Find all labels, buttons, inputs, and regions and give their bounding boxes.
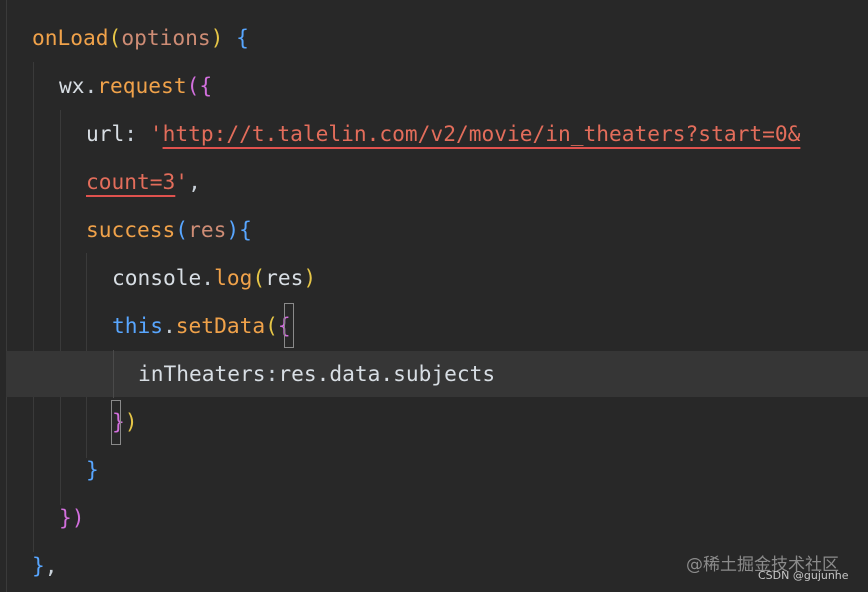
string-quote: ' xyxy=(175,169,189,194)
code-line-3[interactable]: url: 'http://t.talelin.com/v2/movie/in_t… xyxy=(86,110,800,158)
dot: . xyxy=(163,313,176,338)
code-line-7[interactable]: this.setData({ xyxy=(112,302,291,350)
paren: ) xyxy=(71,505,85,530)
colon: : xyxy=(265,361,279,386)
paren: ( xyxy=(175,217,189,242)
paren: ) xyxy=(226,217,240,242)
paren: ( xyxy=(186,73,200,98)
parameter: options xyxy=(121,25,211,50)
property-key: inTheaters xyxy=(138,361,266,386)
argument: res xyxy=(265,265,304,290)
object-name: wx xyxy=(59,73,85,98)
dot: . xyxy=(201,265,215,290)
code-line-10[interactable]: } xyxy=(86,446,99,494)
indent-guide xyxy=(113,350,114,398)
string-quote: ' xyxy=(149,121,163,146)
function-name: setData xyxy=(175,313,266,338)
brace: { xyxy=(239,217,252,242)
paren: ( xyxy=(265,313,278,338)
paren: ( xyxy=(108,25,122,50)
colon: : xyxy=(124,121,150,146)
url-string[interactable]: http://t.talelin.com/v2/movie/in_theater… xyxy=(163,121,801,146)
indent-guide xyxy=(6,0,7,592)
paren: ) xyxy=(210,25,224,50)
brace: { xyxy=(199,73,213,98)
property-key: url xyxy=(86,121,125,146)
code-editor[interactable]: onLoad(options) { wx.request({ url: 'htt… xyxy=(0,0,868,592)
code-line-4[interactable]: count=3', xyxy=(86,158,201,206)
indent-guide xyxy=(33,62,34,552)
paren: ) xyxy=(124,409,138,434)
dot: . xyxy=(84,73,98,98)
function-name: onLoad xyxy=(32,25,109,50)
bracket-match-box xyxy=(284,303,294,348)
indent-guide xyxy=(60,110,61,505)
code-line-6[interactable]: console.log(res) xyxy=(112,254,316,302)
paren: ( xyxy=(252,265,266,290)
code-line-8[interactable]: inTheaters:res.data.subjects xyxy=(138,350,495,398)
parameter: res xyxy=(188,217,227,242)
url-string[interactable]: count=3 xyxy=(86,169,175,194)
comma: , xyxy=(188,169,201,194)
paren: ) xyxy=(303,265,317,290)
bracket-match-box xyxy=(111,400,121,445)
code-line-12[interactable]: }, xyxy=(32,542,58,590)
brace: } xyxy=(59,505,72,530)
brace: } xyxy=(32,553,45,578)
function-name: success xyxy=(86,217,176,242)
property-value: res.data.subjects xyxy=(278,361,496,386)
code-line-1[interactable]: onLoad(options) { xyxy=(32,14,249,62)
object-name: console xyxy=(112,265,202,290)
code-line-2[interactable]: wx.request({ xyxy=(59,62,212,110)
code-line-11[interactable]: }) xyxy=(59,494,85,542)
function-name: request xyxy=(97,73,187,98)
function-name: log xyxy=(214,265,253,290)
brace: { xyxy=(236,25,249,50)
this-keyword: this xyxy=(112,313,164,338)
comma: , xyxy=(44,553,58,578)
watermark-author: CSDN @gujunhe xyxy=(758,569,849,582)
brace: } xyxy=(86,457,99,482)
code-line-5[interactable]: success(res){ xyxy=(86,206,252,254)
